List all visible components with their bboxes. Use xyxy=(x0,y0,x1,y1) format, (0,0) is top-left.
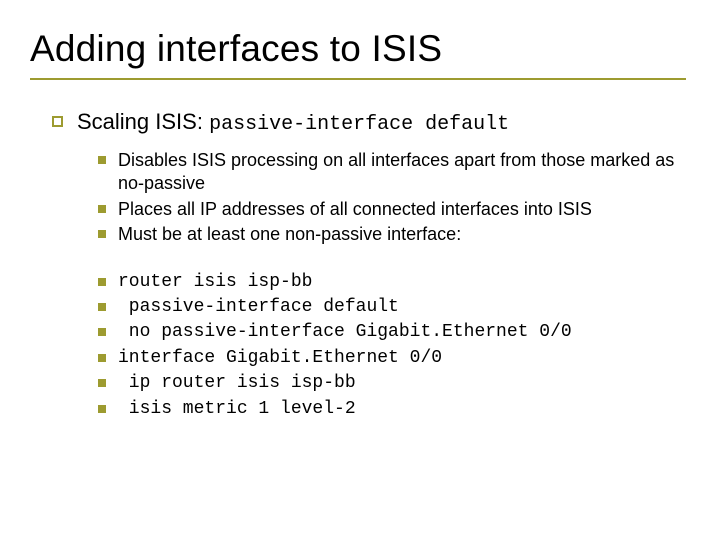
filled-square-bullet-icon xyxy=(98,303,106,311)
list-item: passive-interface default xyxy=(98,296,676,319)
list-item-text: Must be at least one non-passive interfa… xyxy=(118,223,461,246)
slide: Adding interfaces to ISIS Scaling ISIS: … xyxy=(0,0,720,540)
filled-square-bullet-icon xyxy=(98,278,106,286)
code-line: passive-interface default xyxy=(118,296,399,319)
code-line: ip router isis isp-bb xyxy=(118,372,356,395)
level1-mono: passive-interface default xyxy=(209,113,509,136)
filled-square-bullet-icon xyxy=(98,328,106,336)
level1-item: Scaling ISIS: passive-interface default xyxy=(52,108,686,137)
list-item: isis metric 1 level-2 xyxy=(98,398,676,421)
list-item: interface Gigabit.Ethernet 0/0 xyxy=(98,347,676,370)
list-item: Places all IP addresses of all connected… xyxy=(98,198,676,221)
list-item-text: Places all IP addresses of all connected… xyxy=(118,198,592,221)
slide-title: Adding interfaces to ISIS xyxy=(30,28,686,70)
list-item: Must be at least one non-passive interfa… xyxy=(98,223,676,246)
level1-text: Scaling ISIS: passive-interface default xyxy=(77,108,509,137)
level1-prefix: Scaling ISIS: xyxy=(77,109,209,134)
hollow-square-bullet-icon xyxy=(52,116,63,127)
filled-square-bullet-icon xyxy=(98,354,106,362)
list-item-text: Disables ISIS processing on all interfac… xyxy=(118,149,676,196)
code-line: isis metric 1 level-2 xyxy=(118,398,356,421)
filled-square-bullet-icon xyxy=(98,156,106,164)
list-item: router isis isp-bb xyxy=(98,271,676,294)
list-item: no passive-interface Gigabit.Ethernet 0/… xyxy=(98,321,676,344)
list-item: ip router isis isp-bb xyxy=(98,372,676,395)
filled-square-bullet-icon xyxy=(98,379,106,387)
level2-list: Disables ISIS processing on all interfac… xyxy=(98,149,676,421)
filled-square-bullet-icon xyxy=(98,230,106,238)
title-underline xyxy=(30,78,686,80)
filled-square-bullet-icon xyxy=(98,405,106,413)
code-line: router isis isp-bb xyxy=(118,271,312,294)
filled-square-bullet-icon xyxy=(98,205,106,213)
list-item: Disables ISIS processing on all interfac… xyxy=(98,149,676,196)
code-line: interface Gigabit.Ethernet 0/0 xyxy=(118,347,442,370)
spacer xyxy=(98,249,676,271)
code-line: no passive-interface Gigabit.Ethernet 0/… xyxy=(118,321,572,344)
